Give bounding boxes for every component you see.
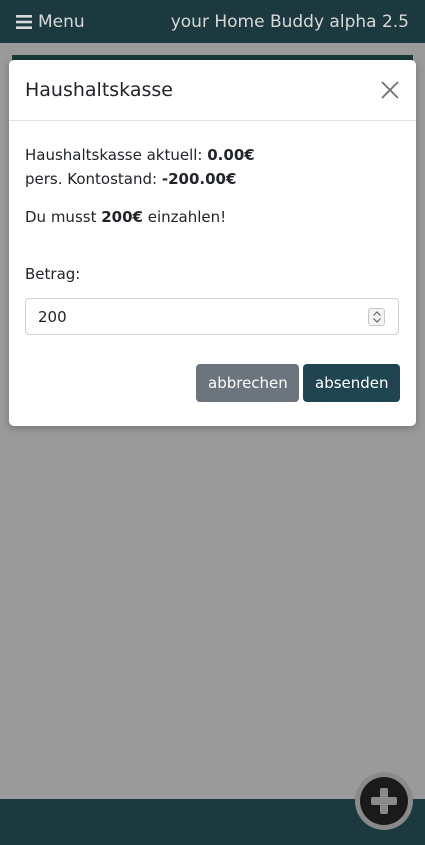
konto-line: pers. Kontostand: -200.00€: [25, 167, 400, 191]
stepper-up-icon[interactable]: [372, 311, 381, 316]
deposit-notice: Du musst 200€ einzahlen!: [25, 205, 400, 229]
notice-amount: 200€: [101, 208, 143, 226]
close-icon: [381, 81, 399, 99]
top-navbar: Menu your Home Buddy alpha 2.5: [0, 0, 425, 43]
modal-header: Haushaltskasse: [9, 60, 416, 121]
notice-suffix: einzahlen!: [142, 208, 227, 226]
modal-footer: abbrechen absenden: [196, 364, 400, 402]
modal-body: Haushaltskasse aktuell: 0.00€ pers. Kont…: [9, 121, 416, 335]
haushaltskasse-modal: Haushaltskasse Haushaltskasse aktuell: 0…: [9, 60, 416, 426]
konto-value: -200.00€: [161, 170, 237, 188]
kasse-label: Haushaltskasse aktuell:: [25, 146, 208, 164]
notice-prefix: Du musst: [25, 208, 102, 226]
stepper-down-icon[interactable]: [372, 318, 381, 323]
menu-label: Menu: [38, 11, 85, 32]
konto-label: pers. Kontostand:: [25, 170, 162, 188]
modal-title: Haushaltskasse: [25, 79, 173, 101]
amount-field: [25, 298, 399, 335]
submit-button[interactable]: absenden: [303, 364, 400, 402]
app-brand: your Home Buddy alpha 2.5: [170, 11, 409, 32]
plus-circle-icon: [371, 788, 397, 814]
hamburger-icon: [16, 14, 32, 29]
menu-toggle[interactable]: Menu: [16, 12, 85, 32]
add-button-inner: [360, 777, 408, 825]
cancel-button[interactable]: abbrechen: [196, 364, 299, 402]
kasse-value: 0.00€: [207, 146, 255, 164]
amount-input[interactable]: [26, 299, 398, 334]
amount-label: Betrag:: [25, 265, 81, 283]
amount-stepper[interactable]: [368, 308, 385, 326]
kasse-line: Haushaltskasse aktuell: 0.00€: [25, 143, 400, 167]
close-button[interactable]: [378, 78, 402, 102]
add-button[interactable]: [355, 772, 413, 830]
